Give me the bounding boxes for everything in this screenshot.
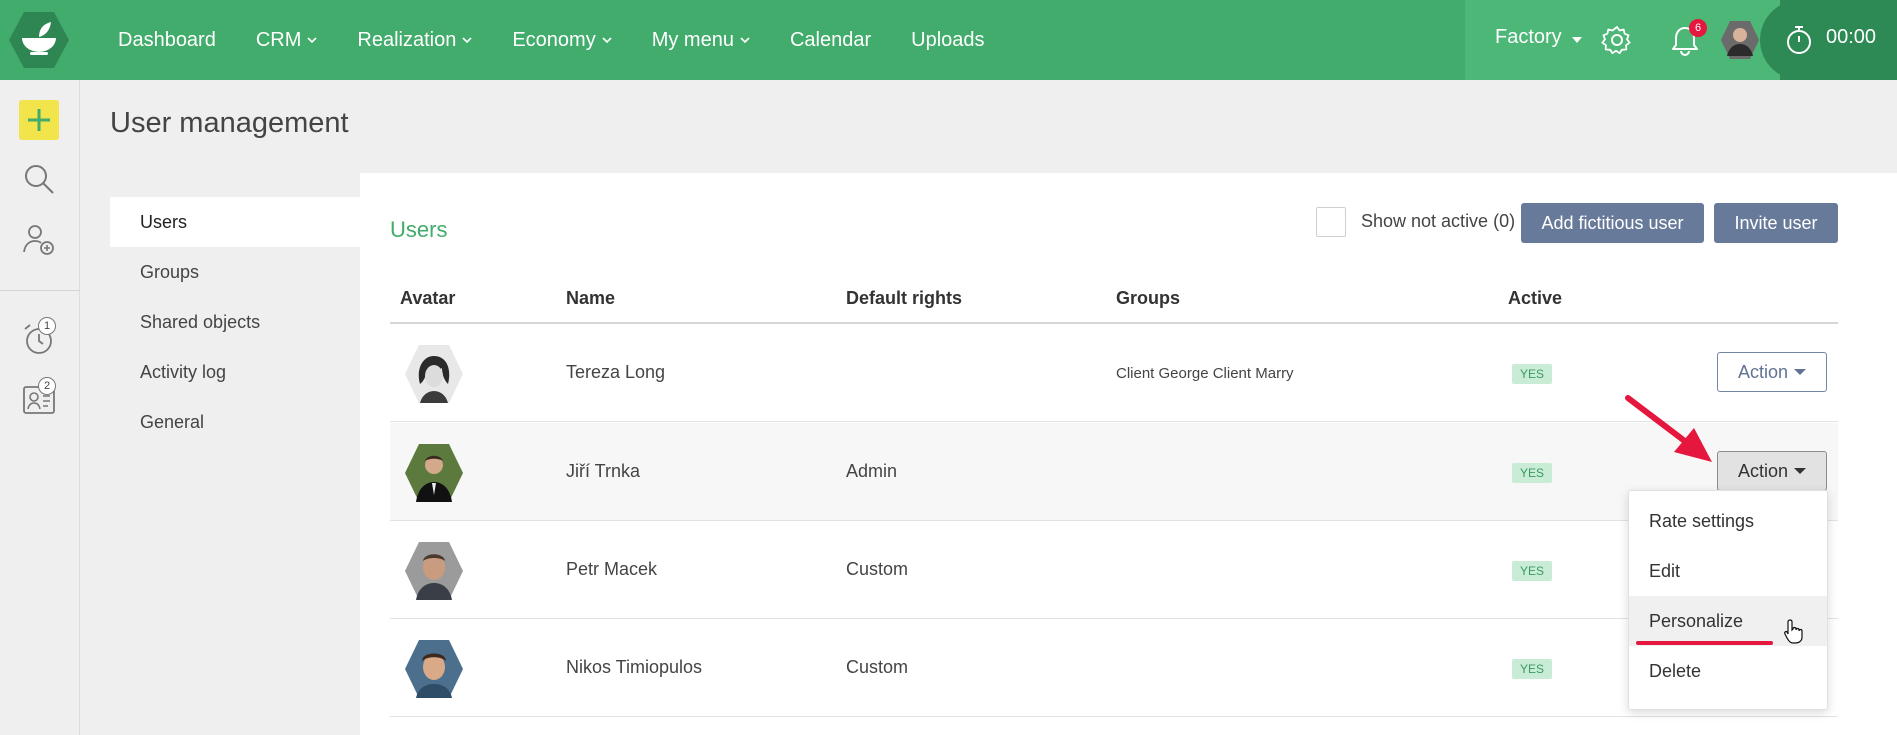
nav-label: Realization [357,28,457,51]
notification-badge: 6 [1689,19,1707,37]
menu-item-rate-settings[interactable]: Rate settings [1629,496,1827,546]
user-name: Jiří Trnka [566,461,641,481]
submenu-groups[interactable]: Groups [110,247,360,297]
timer-value: 00:00 [1826,26,1877,48]
top-navbar: Dashboard CRM Realization Economy My men… [0,0,1897,80]
chevron-down-icon [602,37,612,44]
annotation-arrow-icon [1625,395,1712,462]
nav-label: Calendar [789,28,872,51]
user-rights: Admin [846,461,898,481]
add-contact-icon[interactable] [20,220,58,258]
chevron-down-icon [307,37,317,44]
user-avatar [405,345,463,403]
user-avatar [405,640,463,698]
search-icon[interactable] [20,160,58,198]
action-label: Action [1737,460,1789,481]
nav-label: Dashboard [118,28,216,51]
active-badge: YES [1512,463,1553,483]
column-header-groups[interactable]: Groups [1116,288,1180,309]
action-dropdown-menu: Rate settings Edit Personalize Delete [1628,490,1828,710]
nav-realization[interactable]: Realization [357,29,472,52]
hand-cursor-icon [1784,619,1803,644]
app-logo-icon[interactable] [8,10,70,70]
add-new-button[interactable] [19,100,59,140]
action-button[interactable]: Action [1717,352,1827,392]
nav-my-menu[interactable]: My menu [652,29,750,52]
chevron-down-icon [740,37,750,44]
gear-icon[interactable] [1601,24,1633,56]
sidebar-divider [0,290,80,291]
nav-calendar[interactable]: Calendar [790,29,871,52]
section-title: Users [390,217,448,242]
column-header-default-rights[interactable]: Default rights [846,288,962,309]
user-rights: Custom [846,657,909,677]
nav-label: Economy [512,28,596,51]
show-not-active-checkbox[interactable] [1316,207,1346,237]
settings-submenu: Users Groups Shared objects Activity log… [110,197,360,447]
user-groups: Client George Client Marry [1116,365,1294,382]
submenu-users[interactable]: Users [110,197,360,247]
active-badge: YES [1512,659,1553,679]
active-badge: YES [1512,364,1553,384]
nav-label: My menu [651,28,734,51]
nav-uploads[interactable]: Uploads [911,29,984,52]
show-not-active-label[interactable]: Show not active (0) [1361,211,1515,232]
nav-label: CRM [255,28,302,51]
active-badge: YES [1512,561,1553,581]
action-label: Action [1737,361,1789,382]
workspace-name[interactable]: Factory [1495,26,1562,49]
column-header-name[interactable]: Name [566,288,615,309]
user-name: Nikos Timiopulos [566,657,703,677]
nav-dashboard[interactable]: Dashboard [118,29,216,52]
chevron-down-icon [462,37,472,44]
user-name: Tereza Long [566,362,666,382]
submenu-activity-log[interactable]: Activity log [110,347,360,397]
caret-down-icon [1794,468,1807,474]
plus-icon [28,109,50,131]
user-avatar[interactable] [1720,20,1760,60]
submenu-general[interactable]: General [110,397,360,447]
caret-down-icon [1572,37,1582,43]
column-header-active[interactable]: Active [1508,288,1562,309]
main-nav: Dashboard CRM Realization Economy My men… [118,0,1025,80]
user-name: Petr Macek [566,559,658,579]
nav-label: Uploads [911,28,985,51]
nav-economy[interactable]: Economy [512,28,612,52]
table-row: Nikos Timiopulos Custom YES [390,619,1838,717]
stopwatch-icon[interactable] [1782,22,1816,58]
submenu-shared-objects[interactable]: Shared objects [110,297,360,347]
user-rights: Custom [846,559,909,579]
action-button[interactable]: Action [1717,451,1827,491]
invite-user-button[interactable]: Invite user [1714,203,1838,243]
nav-crm[interactable]: CRM [256,29,318,52]
user-avatar [405,444,463,502]
contacts-badge: 2 [38,377,56,395]
table-row: Petr Macek Custom YES [390,521,1838,619]
annotation-underline [1636,641,1773,645]
user-avatar [405,542,463,600]
reminders-badge: 1 [38,317,56,335]
column-header-avatar: Avatar [400,288,456,308]
menu-item-delete[interactable]: Delete [1629,646,1827,696]
page-title: User management [110,107,349,139]
menu-item-edit[interactable]: Edit [1629,546,1827,596]
add-fictitious-user-button[interactable]: Add fictitious user [1521,203,1704,243]
caret-down-icon [1794,369,1807,375]
